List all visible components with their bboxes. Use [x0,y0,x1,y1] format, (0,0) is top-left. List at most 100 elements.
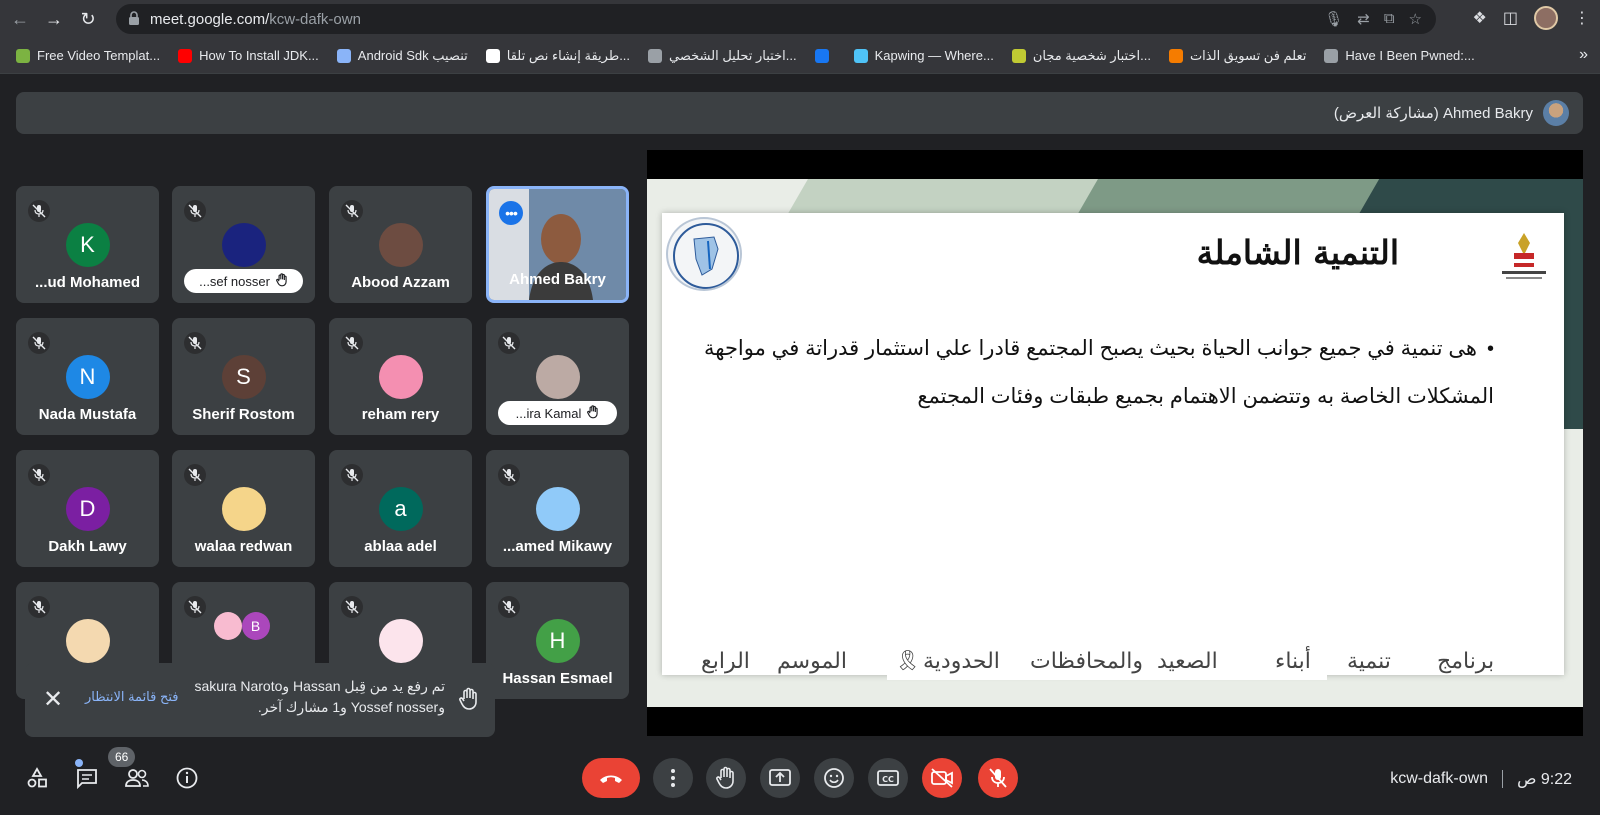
muted-mic-icon [184,200,206,222]
participant-avatar: K [65,223,110,267]
camera-off-button[interactable] [922,758,962,798]
star-icon[interactable]: ☆ [1409,10,1422,28]
url-host: meet.google.com/ [150,10,270,28]
activities-icon[interactable] [23,764,51,792]
participant-name: Abood Azzam [351,274,450,291]
footer-word: الصعيد [1157,648,1218,673]
address-bar[interactable]: meet.google.com/kcw-dafk-own 🎙 ⇄ ⧉ ☆ [116,4,1436,34]
bookmark-item[interactable]: اختبار تحليل الشخصي... [648,48,797,64]
profile-avatar[interactable] [1534,6,1558,30]
raise-hand-button[interactable] [706,758,746,798]
participant-avatar [378,619,423,663]
bookmark-item[interactable]: Kapwing — Where... [853,48,994,63]
present-now-button[interactable] [760,758,800,798]
participant-name: Ahmed Bakry [509,271,606,288]
captions-button[interactable]: CC [868,758,908,798]
footer-word: برنامج [1437,648,1495,673]
meeting-info: kcw-dafk-own 9:22 ص [1390,769,1572,789]
muted-mic-icon [498,464,520,486]
raised-hand-icon [276,272,288,290]
participant-tile[interactable]: D Dakh Lawy [16,450,159,567]
footer-word: الحدودية [923,648,1000,673]
participant-avatar: a [378,487,423,531]
participant-tile[interactable]: ...ira Kamal [486,318,629,435]
chat-icon[interactable] [73,764,101,792]
raised-hand-name-pill: ...sef nosser [184,269,303,293]
participant-name: Nada Mustafa [38,406,137,423]
participant-avatar [221,487,266,531]
organization-seal-logo [666,217,742,291]
bookmark-item[interactable]: How To Install JDK... [178,48,319,63]
bookmark-item[interactable] [814,48,836,63]
participant-tile[interactable]: K ...ud Mohamed [16,186,159,303]
muted-mic-icon [184,464,206,486]
reactions-button[interactable] [814,758,854,798]
muted-mic-icon [341,332,363,354]
forward-icon[interactable]: → [40,5,68,33]
participant-tile[interactable]: ...sef nosser [172,186,315,303]
microphone-off-button[interactable] [978,758,1018,798]
participant-tile[interactable]: S Sherif Rostom [172,318,315,435]
people-icon[interactable] [123,764,151,792]
presenter-bar: Ahmed Bakry (مشاركة العرض) [16,92,1583,134]
screen-share: التنمية الشاملة •هى تنمية في جميع جوانب … [647,150,1583,736]
reload-icon[interactable]: ↻ [74,5,102,33]
more-options-button[interactable] [653,758,693,798]
bookmark-item[interactable]: اختبار شخصية مجان... [1011,48,1151,64]
info-icon[interactable] [173,764,201,792]
participant-avatar [213,612,242,640]
participant-avatar [535,355,580,399]
bookmark-label: تعلم فن تسويق الذات [1189,47,1307,63]
microphone-icon[interactable]: 🎙 [1324,10,1343,28]
participant-tile[interactable]: a ablaa adel [329,450,472,567]
participant-avatar [221,223,266,267]
participant-name: reham rery [361,406,440,423]
participant-name: walaa redwan [194,538,293,555]
slide-bullet: • [1486,338,1494,360]
bookmark-item[interactable]: Have I Been Pwned:... [1324,48,1475,63]
presentation-slide: التنمية الشاملة •هى تنمية في جميع جوانب … [647,179,1583,707]
meeting-controls: 66 CC kcw-dafk-own 9:22 ص [0,747,1600,815]
participant-tile[interactable]: N Nada Mustafa [16,318,159,435]
bookmark-favicon-icon [485,48,500,63]
back-icon[interactable]: ← [6,5,34,33]
share-icon[interactable]: ⧉ [1384,10,1395,28]
ribbon-icon: 🎗 [895,650,921,672]
muted-mic-icon [341,200,363,222]
participant-avatar: N [65,355,110,399]
bookmarks-overflow-icon[interactable]: » [1579,46,1588,64]
participant-tile[interactable]: reham rery [329,318,472,435]
participant-tile[interactable]: Abood Azzam [329,186,472,303]
muted-mic-icon [341,464,363,486]
leave-call-button[interactable] [582,758,640,798]
slide-body-text: هى تنمية في جميع جوانب الحياة بحيث يصبح … [704,337,1494,408]
participant-tile[interactable]: walaa redwan [172,450,315,567]
bookmark-item[interactable]: تعلم فن تسويق الذات [1168,47,1307,64]
raised-hand-icon [587,404,599,422]
participant-name: ...ira Kamal [515,405,582,421]
presenter-avatar [1543,100,1569,126]
bookmark-favicon-icon [1324,48,1339,63]
side-panel-icon[interactable]: ◫ [1503,8,1518,28]
participant-avatar [378,355,423,399]
bookmark-favicon-icon [336,48,351,63]
participant-tile[interactable]: ...amed Mikawy [486,450,629,567]
more-options-icon[interactable]: ••• [499,201,523,225]
participant-tile[interactable]: H Hassan Esmael [486,582,629,699]
bookmark-item[interactable]: Free Video Templat... [16,48,160,63]
bookmark-favicon-icon [1011,48,1026,63]
participant-tile[interactable]: ••• Ahmed Bakry [486,186,629,303]
participant-name: ...ud Mohamed [35,274,140,291]
translate-icon[interactable]: ⇄ [1357,10,1370,28]
participant-avatar: B [241,612,270,640]
bookmark-item[interactable]: Android Sdk تنصيب [336,48,468,64]
bookmarks-bar: Free Video Templat... How To Install JDK.… [0,38,1600,74]
close-icon[interactable]: ✕ [39,685,67,713]
bookmark-item[interactable]: طريقة إنشاء نص تلقا... [485,48,630,64]
participant-name: ...sef nosser [199,273,270,289]
muted-mic-icon [184,596,206,618]
extensions-icon[interactable]: ❖ [1473,8,1487,28]
menu-icon[interactable]: ⋮ [1574,8,1590,28]
open-queue-link[interactable]: فتح قائمة الانتظار [85,689,179,705]
meeting-code: kcw-dafk-own [1390,770,1489,787]
